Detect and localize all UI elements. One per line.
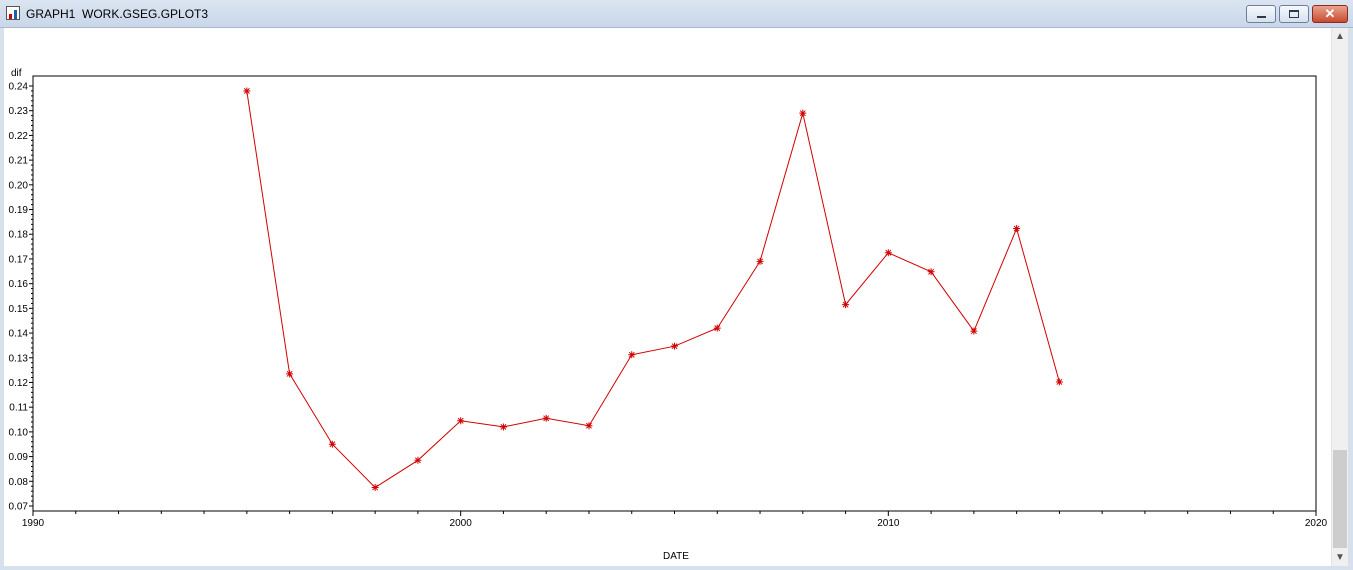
data-point-star — [1013, 225, 1021, 233]
data-point-star — [799, 109, 807, 117]
line-chart: 0.07 0.08 0.09 0.10 0.11 0.12 0.13 0.14 0.15 0.16… — [9, 68, 1328, 562]
y-tick-label: 0.23 — [9, 106, 29, 117]
y-tick-label: 0.10 — [9, 427, 29, 438]
data-point-star — [457, 417, 465, 425]
y-axis: 0.07 0.08 0.09 0.10 0.11 0.12 0.13 0.14 0.15 0.16… — [9, 82, 33, 513]
data-point-star — [842, 301, 850, 309]
x-axis-label: DATE — [663, 551, 689, 562]
y-tick-label: 0.24 — [9, 82, 29, 93]
y-tick-label: 0.15 — [9, 304, 29, 315]
y-tick-label: 0.19 — [9, 205, 29, 216]
data-point-star — [585, 422, 593, 430]
y-tick-label: 0.21 — [9, 156, 29, 167]
y-tick-label: 0.18 — [9, 230, 29, 241]
y-tick-label: 0.22 — [9, 131, 29, 142]
x-tick-label: 2010 — [877, 518, 900, 529]
series-layer — [243, 87, 1063, 491]
x-tick-label: 1990 — [22, 518, 45, 529]
data-point-star — [970, 327, 978, 335]
y-tick-label: 0.14 — [9, 329, 29, 340]
data-point-star — [927, 268, 935, 276]
data-point-star — [1055, 378, 1063, 386]
data-point-star — [713, 324, 721, 332]
data-point-star — [286, 370, 294, 378]
data-point-star — [414, 456, 422, 464]
y-axis-label: dif — [11, 68, 22, 79]
x-tick-label: 2000 — [450, 518, 473, 529]
y-tick-label: 0.16 — [9, 279, 29, 290]
data-point-star — [542, 414, 550, 422]
y-tick-label: 0.13 — [9, 353, 29, 364]
data-point-star — [884, 249, 892, 257]
y-tick-label: 0.20 — [9, 180, 29, 191]
y-tick-label: 0.07 — [9, 502, 29, 513]
y-tick-label: 0.09 — [9, 452, 29, 463]
y-tick-label: 0.08 — [9, 477, 29, 488]
data-point-star — [499, 423, 507, 431]
x-tick-label: 2020 — [1305, 518, 1328, 529]
data-point-star — [371, 483, 379, 491]
y-tick-label: 0.12 — [9, 378, 29, 389]
x-axis: 1990 2000 2010 2020 — [22, 511, 1328, 529]
data-point-star — [671, 342, 678, 350]
y-tick-label: 0.17 — [9, 254, 29, 265]
data-point-star — [328, 440, 336, 448]
data-point-star — [243, 87, 251, 95]
data-point-star — [756, 257, 764, 265]
series-line — [246, 90, 1060, 489]
data-point-star — [628, 351, 636, 359]
plot-frame — [32, 75, 1317, 512]
y-tick-label: 0.11 — [9, 403, 28, 414]
